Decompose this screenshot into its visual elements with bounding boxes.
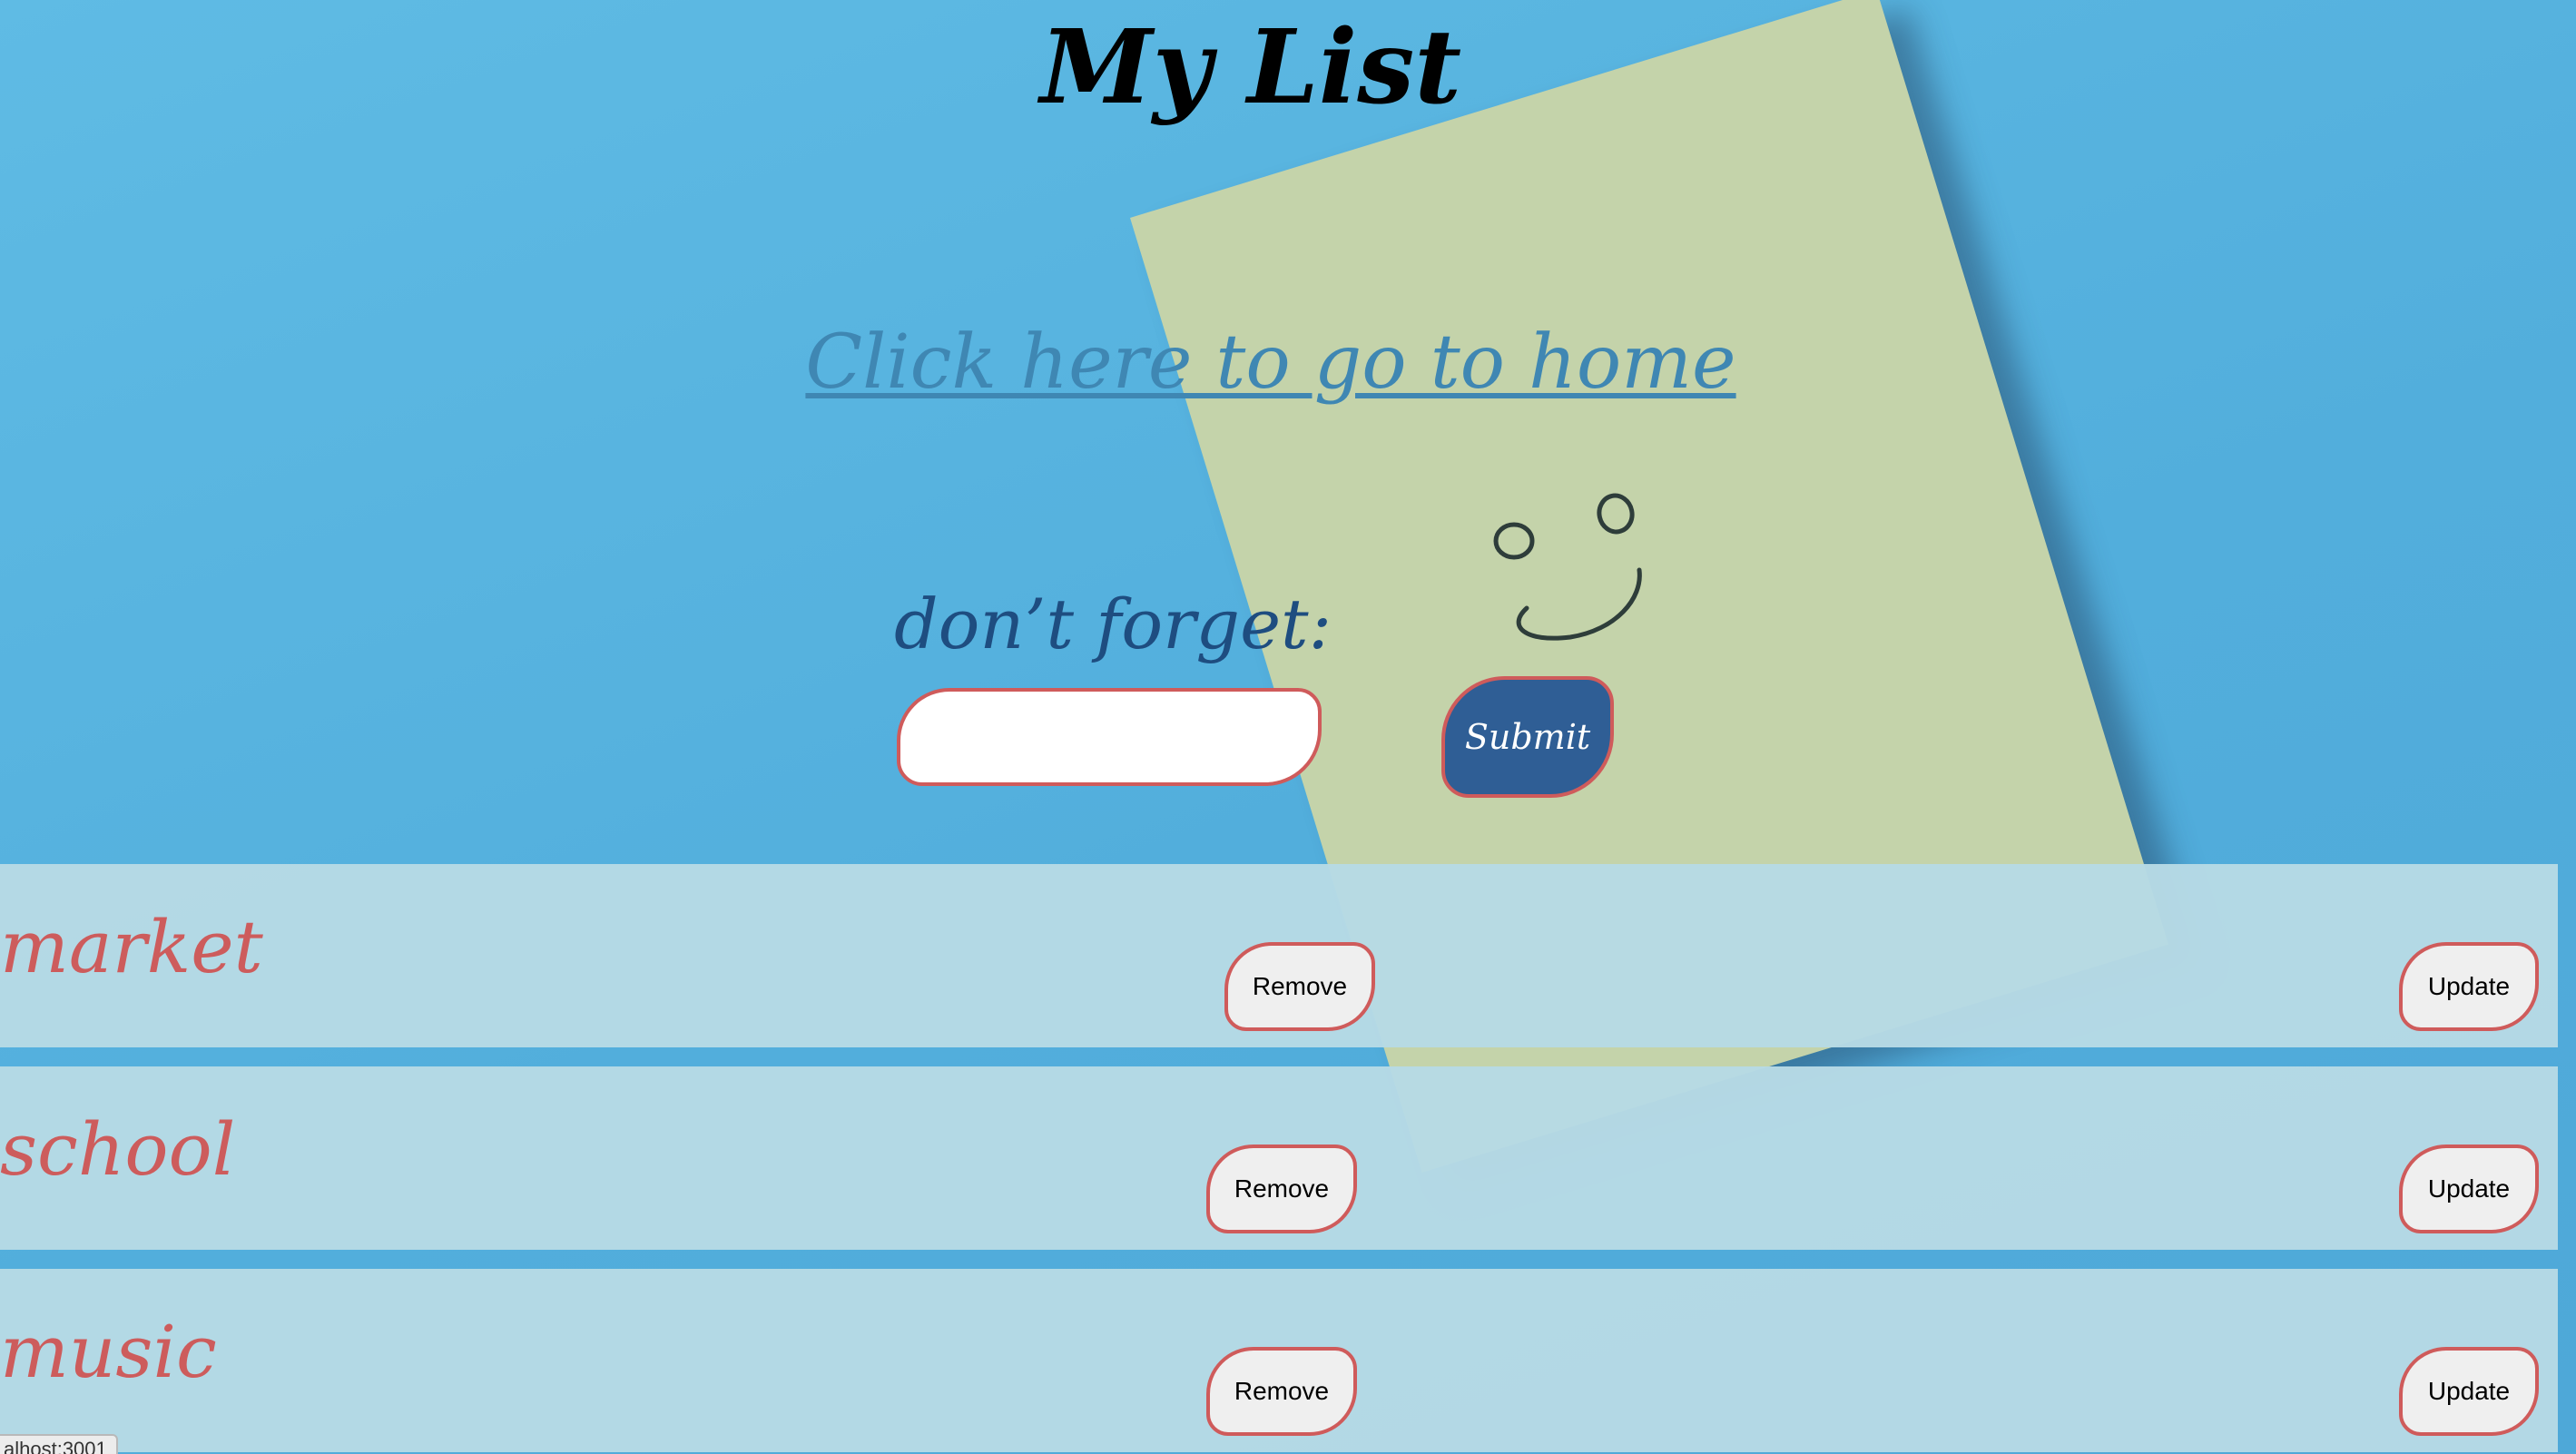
todo-input-label: don’t forget: xyxy=(894,584,1332,664)
submit-button[interactable]: Submit xyxy=(1441,676,1614,798)
remove-button[interactable]: Remove xyxy=(1206,1347,1357,1436)
todo-input[interactable] xyxy=(897,688,1322,786)
update-button[interactable]: Update xyxy=(2399,942,2539,1031)
list-item: school Remove Update xyxy=(0,1066,2558,1250)
remove-button[interactable]: Remove xyxy=(1224,942,1375,1031)
list-item: market Remove Update xyxy=(0,864,2558,1047)
list-item-text: school xyxy=(0,1107,236,1192)
home-link[interactable]: Click here to go to home xyxy=(0,313,2542,413)
update-button[interactable]: Update xyxy=(2399,1347,2539,1436)
page-title: My List xyxy=(1039,8,1462,127)
remove-button[interactable]: Remove xyxy=(1206,1145,1357,1233)
update-button[interactable]: Update xyxy=(2399,1145,2539,1233)
list-item: music Remove Update xyxy=(0,1269,2558,1452)
list-item-text: market xyxy=(0,905,263,989)
page: My List Click here to go to home don’t f… xyxy=(0,0,2576,1454)
smiley-face-icon xyxy=(1493,493,1642,641)
list-item-text: music xyxy=(0,1310,217,1394)
status-bar-url: alhost:3001 xyxy=(0,1434,118,1454)
